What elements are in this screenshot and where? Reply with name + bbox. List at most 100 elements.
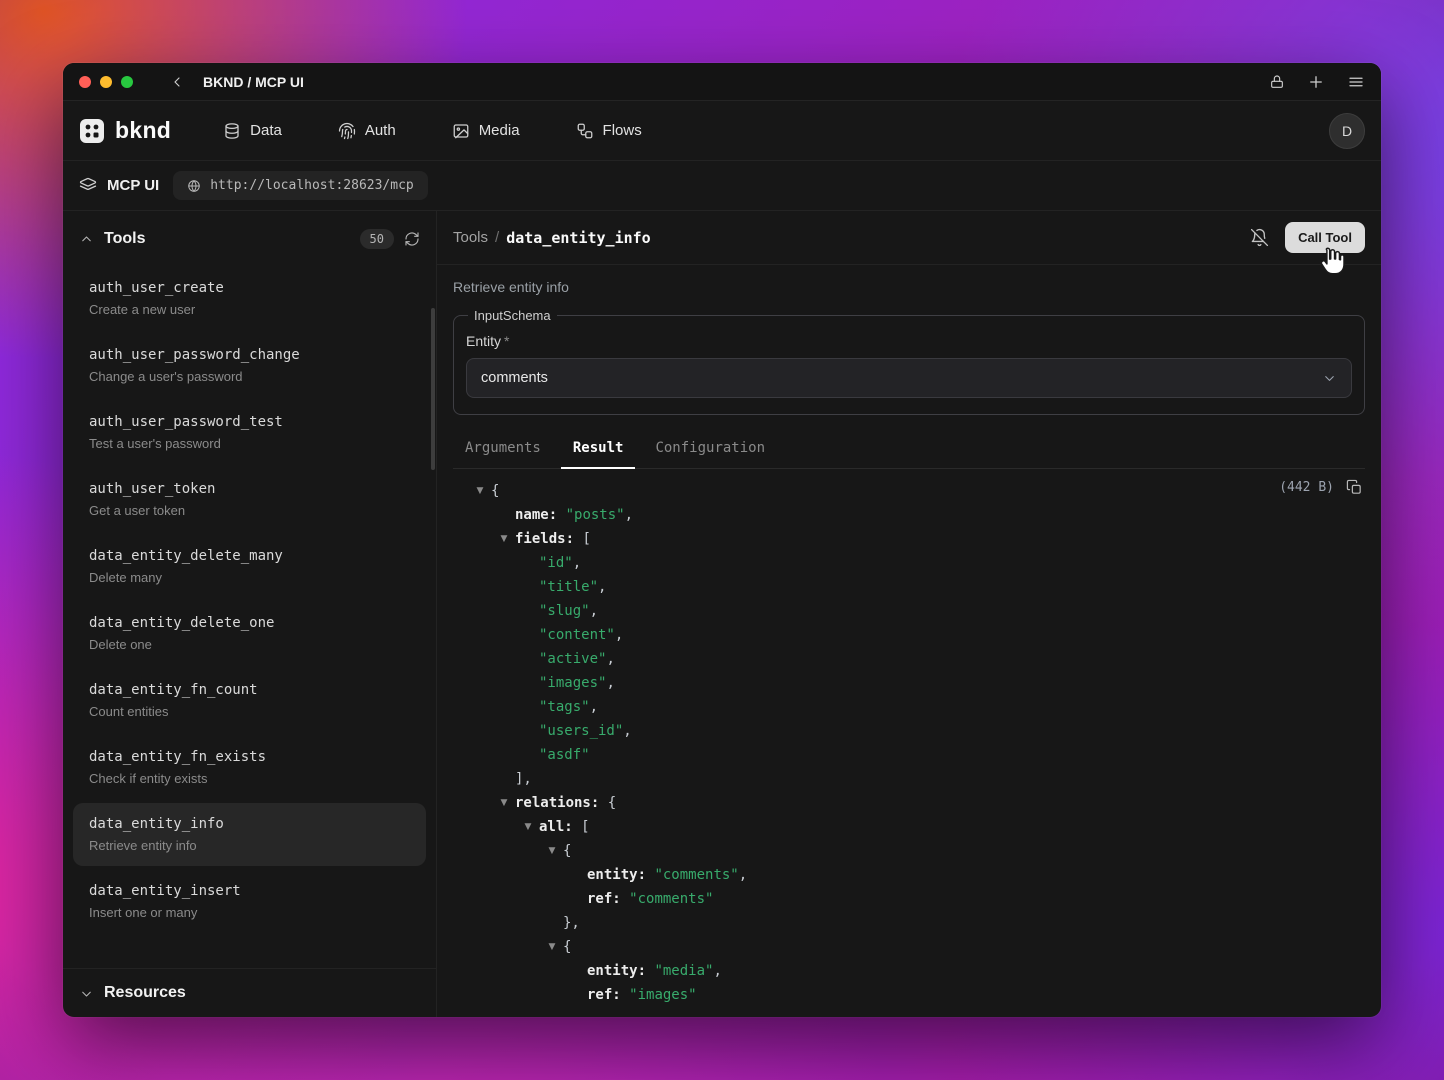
- nav-item-auth[interactable]: Auth: [338, 122, 396, 140]
- json-line: "content",: [453, 623, 1365, 647]
- lock-icon[interactable]: [1269, 74, 1285, 90]
- globe-icon: [187, 179, 201, 193]
- chevron-down-icon: [1322, 371, 1337, 386]
- json-line: entity: "comments",: [453, 863, 1365, 887]
- user-avatar[interactable]: D: [1329, 113, 1365, 149]
- json-line: ref: "images": [453, 983, 1365, 1007]
- json-punct: },: [563, 915, 580, 931]
- app-nav: bknd Data Auth Media: [63, 101, 1381, 161]
- fingerprint-icon: [338, 122, 356, 140]
- collapse-caret-icon[interactable]: ▼: [497, 791, 511, 815]
- collapse-caret-icon[interactable]: ▼: [545, 839, 559, 863]
- tool-list-item[interactable]: auth_user_createCreate a new user: [73, 267, 426, 330]
- tool-list-item[interactable]: auth_user_password_testTest a user's pas…: [73, 401, 426, 464]
- json-punct: ,: [623, 723, 631, 739]
- nav-item-label: Media: [479, 122, 520, 139]
- entity-select-value: comments: [481, 370, 548, 386]
- resources-section-header[interactable]: Resources: [63, 968, 436, 1017]
- json-string: "id": [539, 555, 573, 571]
- new-tab-button[interactable]: [1307, 73, 1325, 91]
- tool-detail-header: Tools / data_entity_info Call Tool: [437, 211, 1381, 265]
- json-string: "slug": [539, 603, 590, 619]
- tools-sidebar: Tools 50 auth_user_createCreate a new us…: [63, 211, 437, 1017]
- database-icon: [223, 122, 241, 140]
- notifications-off-button[interactable]: [1250, 228, 1269, 247]
- json-string: "active": [539, 651, 606, 667]
- json-line: "tags",: [453, 695, 1365, 719]
- json-punct: ,: [573, 555, 581, 571]
- tool-description: Retrieve entity info: [453, 279, 1365, 295]
- tab-result[interactable]: Result: [561, 429, 636, 469]
- tool-list-item[interactable]: data_entity_insertInsert one or many: [73, 870, 426, 933]
- entity-select[interactable]: comments: [466, 358, 1352, 398]
- hamburger-icon: [1347, 73, 1365, 91]
- zoom-button[interactable]: [121, 76, 133, 88]
- json-punct: {: [599, 795, 616, 811]
- tab-arguments[interactable]: Arguments: [453, 429, 553, 469]
- tool-list-item[interactable]: data_entity_infoRetrieve entity info: [73, 803, 426, 866]
- nav-item-data[interactable]: Data: [223, 122, 282, 140]
- tool-list-item[interactable]: data_entity_delete_oneDelete one: [73, 602, 426, 665]
- title-bar: BKND / MCP UI: [63, 63, 1381, 101]
- collapse-caret-icon[interactable]: ▼: [521, 815, 535, 839]
- json-key: name:: [515, 507, 557, 523]
- nav-item-flows[interactable]: Flows: [576, 122, 642, 140]
- tools-count-badge: 50: [360, 229, 394, 249]
- input-schema-legend: InputSchema: [468, 308, 557, 323]
- refresh-icon: [404, 231, 420, 247]
- tool-description: Retrieve entity info: [89, 838, 410, 854]
- tool-list-item[interactable]: data_entity_fn_existsCheck if entity exi…: [73, 736, 426, 799]
- tool-name: data_entity_delete_many: [89, 547, 410, 565]
- tools-section-header[interactable]: Tools 50: [63, 211, 436, 259]
- back-button[interactable]: [169, 74, 185, 90]
- collapse-caret-icon[interactable]: ▼: [497, 527, 511, 551]
- tool-list-item[interactable]: data_entity_delete_manyDelete many: [73, 535, 426, 598]
- tool-description: Test a user's password: [89, 436, 410, 452]
- traffic-lights: [79, 76, 133, 88]
- menu-button[interactable]: [1347, 73, 1365, 91]
- json-punct: [621, 891, 629, 907]
- json-line: "users_id",: [453, 719, 1365, 743]
- nav-item-media[interactable]: Media: [452, 122, 520, 140]
- json-line: ref: "comments": [453, 887, 1365, 911]
- breadcrumb-tools-link[interactable]: Tools: [453, 229, 488, 246]
- tools-header-label: Tools: [104, 230, 145, 248]
- json-string: "users_id": [539, 723, 623, 739]
- collapse-caret-icon[interactable]: ▼: [473, 479, 487, 503]
- tool-description: Check if entity exists: [89, 771, 410, 787]
- json-line: "slug",: [453, 599, 1365, 623]
- mcp-url-pill[interactable]: http://localhost:28623/mcp: [173, 171, 428, 200]
- refresh-tools-button[interactable]: [404, 231, 420, 247]
- image-icon: [452, 122, 470, 140]
- json-punct: {: [563, 939, 571, 955]
- nav-item-label: Data: [250, 122, 282, 139]
- tool-list: auth_user_createCreate a new userauth_us…: [63, 259, 436, 968]
- minimize-button[interactable]: [100, 76, 112, 88]
- json-line: "active",: [453, 647, 1365, 671]
- tool-list-item[interactable]: data_entity_fn_countCount entities: [73, 669, 426, 732]
- brand[interactable]: bknd: [79, 117, 171, 144]
- close-button[interactable]: [79, 76, 91, 88]
- json-punct: ,: [590, 603, 598, 619]
- tool-name: auth_user_password_change: [89, 346, 410, 364]
- tab-configuration[interactable]: Configuration: [643, 429, 777, 469]
- json-line: entity: "media",: [453, 959, 1365, 983]
- json-line: name: "posts",: [453, 503, 1365, 527]
- nav-item-label: Flows: [603, 122, 642, 139]
- json-string: "posts": [566, 507, 625, 523]
- json-string: "comments": [654, 867, 738, 883]
- breadcrumb-current: data_entity_info: [506, 229, 651, 247]
- mouse-cursor: [1315, 244, 1349, 278]
- tool-name: auth_user_create: [89, 279, 410, 297]
- collapse-caret-icon[interactable]: ▼: [545, 935, 559, 959]
- json-punct: ,: [615, 627, 623, 643]
- json-line: "images",: [453, 671, 1365, 695]
- input-schema-fieldset: InputSchema Entity* comments: [453, 308, 1365, 415]
- tool-list-item[interactable]: auth_user_tokenGet a user token: [73, 468, 426, 531]
- breadcrumb-separator: /: [495, 229, 499, 246]
- sidebar-scrollbar-thumb[interactable]: [431, 308, 435, 470]
- json-string: "images": [629, 987, 696, 1003]
- tool-list-item[interactable]: auth_user_password_changeChange a user's…: [73, 334, 426, 397]
- json-punct: ,: [606, 651, 614, 667]
- json-line: "asdf": [453, 743, 1365, 767]
